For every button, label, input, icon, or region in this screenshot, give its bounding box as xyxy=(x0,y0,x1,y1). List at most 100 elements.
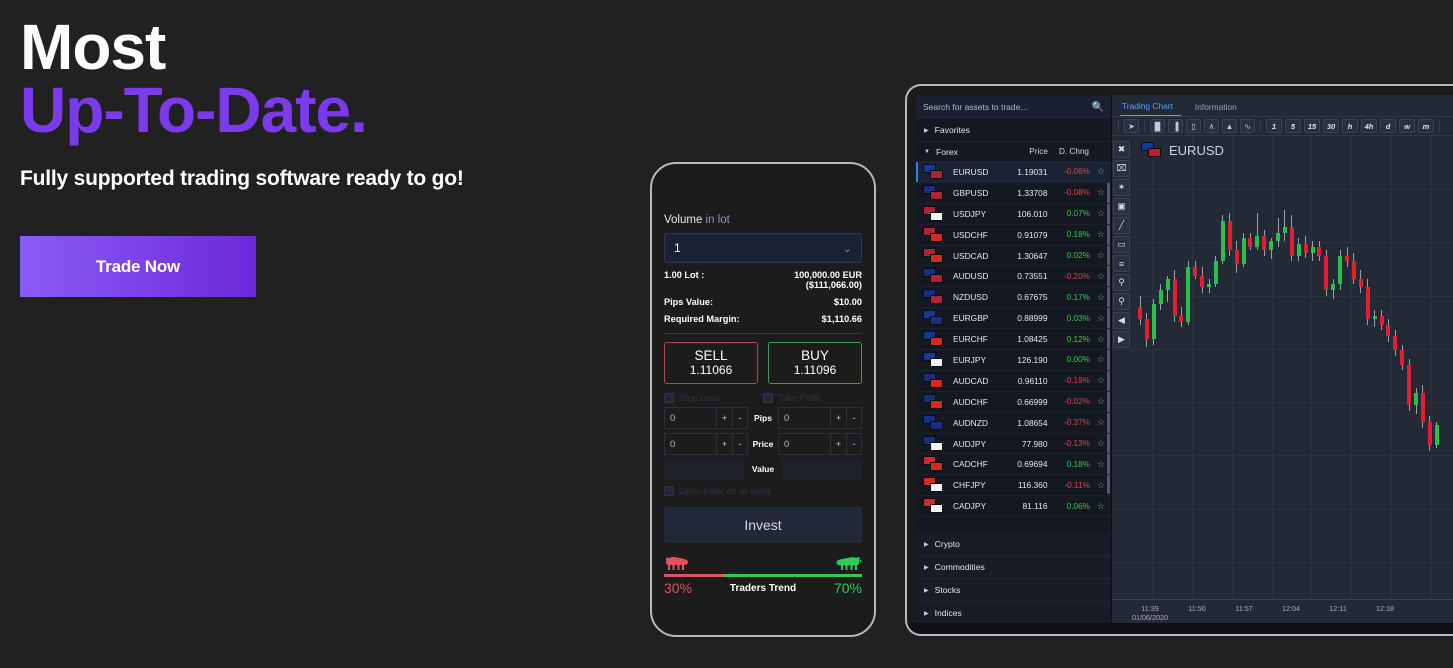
asset-row[interactable]: CHFJPY 116.360 -0.11% ☆ xyxy=(916,475,1111,497)
tab-trading-chart[interactable]: Trading Chart xyxy=(1120,101,1181,116)
baseline-icon[interactable]: ∿ xyxy=(1240,119,1255,133)
spinner-right[interactable]: 0 + - xyxy=(778,407,862,429)
favorite-star-icon[interactable]: ☆ xyxy=(1097,187,1105,198)
bar-chart-icon[interactable]: ▐ xyxy=(1168,119,1183,133)
favorite-star-icon[interactable]: ☆ xyxy=(1097,313,1105,324)
invest-button[interactable]: Invest xyxy=(664,507,862,543)
favorite-star-icon[interactable]: ☆ xyxy=(1097,334,1105,345)
checkbox-icon[interactable] xyxy=(763,393,773,403)
favorite-star-icon[interactable]: ☆ xyxy=(1097,417,1105,428)
favorite-star-icon[interactable]: ☆ xyxy=(1097,375,1105,386)
asset-row[interactable]: NZDUSD 0.67675 0.17% ☆ xyxy=(916,287,1111,309)
rectangle-icon[interactable]: ▭ xyxy=(1113,236,1130,253)
trade-now-button[interactable]: Trade Now xyxy=(20,236,256,298)
tab-information[interactable]: Information xyxy=(1193,102,1247,116)
asset-row[interactable]: EURCHF 1.08425 0.12% ☆ xyxy=(916,329,1111,351)
favorite-star-icon[interactable]: ☆ xyxy=(1097,438,1105,449)
group-indices[interactable]: ▶ Indices xyxy=(916,602,1111,625)
asset-row[interactable]: USDJPY 106.010 0.07% ☆ xyxy=(916,204,1111,225)
timeframe-30[interactable]: 30 xyxy=(1323,119,1339,133)
favorite-star-icon[interactable]: ☆ xyxy=(1097,166,1105,177)
group-commodities[interactable]: ▶ Commodities xyxy=(916,556,1111,579)
favorite-star-icon[interactable]: ☆ xyxy=(1097,229,1105,240)
asset-row[interactable]: AUDNZD 1.08654 -0.37% ☆ xyxy=(916,413,1111,434)
asset-row[interactable]: AUDJPY 77.980 -0.13% ☆ xyxy=(916,434,1111,455)
favorite-star-icon[interactable]: ☆ xyxy=(1097,208,1105,219)
timeframe-h[interactable]: h xyxy=(1342,119,1358,133)
chart-plot-area[interactable]: EURUSD xyxy=(1112,136,1453,599)
spinner-left[interactable]: 0 + - xyxy=(664,407,748,429)
collapse-left-icon[interactable]: ◀ xyxy=(1113,312,1130,329)
timeframe-d[interactable]: d xyxy=(1380,119,1396,133)
asset-row[interactable]: AUDCAD 0.96110 -0.19% ☆ xyxy=(916,371,1111,392)
sell-button[interactable]: SELL 1.11066 xyxy=(664,342,758,384)
spinner-left-input[interactable]: 0 xyxy=(664,433,716,455)
favorite-star-icon[interactable]: ☆ xyxy=(1097,396,1105,407)
timeframe-1[interactable]: 1 xyxy=(1266,119,1282,133)
checkbox-icon[interactable] xyxy=(664,486,674,496)
asset-row[interactable]: CADCHF 0.69694 0.18% ☆ xyxy=(916,454,1111,476)
group-stocks[interactable]: ▶ Stocks xyxy=(916,579,1111,602)
crosshair-remove-icon[interactable]: ⌧ xyxy=(1113,160,1130,177)
favorite-star-icon[interactable]: ☆ xyxy=(1097,480,1105,491)
asset-row[interactable]: AUDCHF 0.66999 -0.02% ☆ xyxy=(916,392,1111,413)
asset-row[interactable]: EURGBP 0.88999 0.03% ☆ xyxy=(916,308,1111,330)
decrement-button[interactable]: - xyxy=(732,407,748,429)
cursor-icon[interactable]: ➤ xyxy=(1124,119,1139,133)
value-left-field[interactable] xyxy=(664,459,744,479)
search-icon[interactable]: 🔍 xyxy=(1092,102,1104,113)
favorite-star-icon[interactable]: ☆ xyxy=(1097,250,1105,261)
spinner-right[interactable]: 0 + - xyxy=(778,433,862,455)
lines-icon[interactable]: ≡ xyxy=(1113,255,1130,272)
timeframe-5[interactable]: 5 xyxy=(1285,119,1301,133)
open-all-splits-checkbox[interactable]: Open trade on all splits xyxy=(664,486,862,496)
search-input[interactable]: Search for assets to trade... xyxy=(923,102,1027,112)
favorite-star-icon[interactable]: ☆ xyxy=(1097,292,1105,303)
zoom-in-icon[interactable]: ⚲ xyxy=(1113,274,1130,291)
timeframe-m[interactable]: m xyxy=(1418,119,1434,133)
close-icon[interactable]: ✖ xyxy=(1113,141,1130,158)
area-chart-icon[interactable]: ▲ xyxy=(1222,119,1237,133)
favorite-star-icon[interactable]: ☆ xyxy=(1097,459,1105,470)
favorite-star-icon[interactable]: ☆ xyxy=(1097,354,1105,365)
hollow-candle-icon[interactable]: ▯ xyxy=(1186,119,1201,133)
timeframe-w[interactable]: w xyxy=(1399,119,1415,133)
favorite-star-icon[interactable]: ☆ xyxy=(1097,271,1105,282)
increment-button[interactable]: + xyxy=(830,407,846,429)
increment-button[interactable]: + xyxy=(716,407,732,429)
pencil-icon[interactable]: ╱ xyxy=(1113,217,1130,234)
lock-icon[interactable]: ▣ xyxy=(1113,198,1130,215)
group-favorites[interactable]: ▶ Favorites xyxy=(916,119,1111,142)
spinner-right-input[interactable]: 0 xyxy=(778,433,830,455)
spinner-left[interactable]: 0 + - xyxy=(664,433,748,455)
volume-select[interactable]: 1 ⌄ xyxy=(664,233,862,263)
line-chart-icon[interactable]: ∧ xyxy=(1204,119,1219,133)
magnet-icon[interactable]: ✶ xyxy=(1113,179,1130,196)
asset-row[interactable]: CADJPY 81.116 0.06% ☆ xyxy=(916,496,1111,518)
expand-right-icon[interactable]: ▶ xyxy=(1113,331,1130,348)
asset-row[interactable]: AUDUSD 0.73551 -0.20% ☆ xyxy=(916,266,1111,288)
forex-header[interactable]: ▼ Forex Price D. Chng xyxy=(916,142,1111,162)
take-profit-checkbox[interactable]: Take Profit xyxy=(763,393,862,403)
candlestick-icon[interactable]: █ xyxy=(1150,119,1165,133)
favorite-star-icon[interactable]: ☆ xyxy=(1097,501,1105,512)
asset-row[interactable]: USDCHF 0.91079 0.18% ☆ xyxy=(916,225,1111,246)
checkbox-icon[interactable] xyxy=(664,393,674,403)
timeframe-4h[interactable]: 4h xyxy=(1361,119,1377,133)
buy-button[interactable]: BUY 1.11096 xyxy=(768,342,862,384)
timeframe-15[interactable]: 15 xyxy=(1304,119,1320,133)
stop-loss-checkbox[interactable]: Stop Loss xyxy=(664,393,763,403)
asset-rows[interactable]: EURUSD 1.19031 -0.06% ☆ GBPUSD 1.33708 -0.08% ☆… xyxy=(916,162,1111,533)
asset-row[interactable]: USDCAD 1.30647 0.02% ☆ xyxy=(916,246,1111,267)
decrement-button[interactable]: - xyxy=(846,407,862,429)
spinner-left-input[interactable]: 0 xyxy=(664,407,716,429)
value-right-field[interactable] xyxy=(782,459,862,479)
increment-button[interactable]: + xyxy=(830,433,846,455)
asset-row[interactable]: EURJPY 126.190 0.00% ☆ xyxy=(916,350,1111,371)
asset-row[interactable]: EURUSD 1.19031 -0.06% ☆ xyxy=(916,162,1111,183)
decrement-button[interactable]: - xyxy=(732,433,748,455)
search-bar[interactable]: Search for assets to trade... 🔍 xyxy=(916,95,1111,119)
increment-button[interactable]: + xyxy=(716,433,732,455)
group-crypto[interactable]: ▶ Crypto xyxy=(916,533,1111,556)
asset-row[interactable]: GBPUSD 1.33708 -0.08% ☆ xyxy=(916,183,1111,204)
